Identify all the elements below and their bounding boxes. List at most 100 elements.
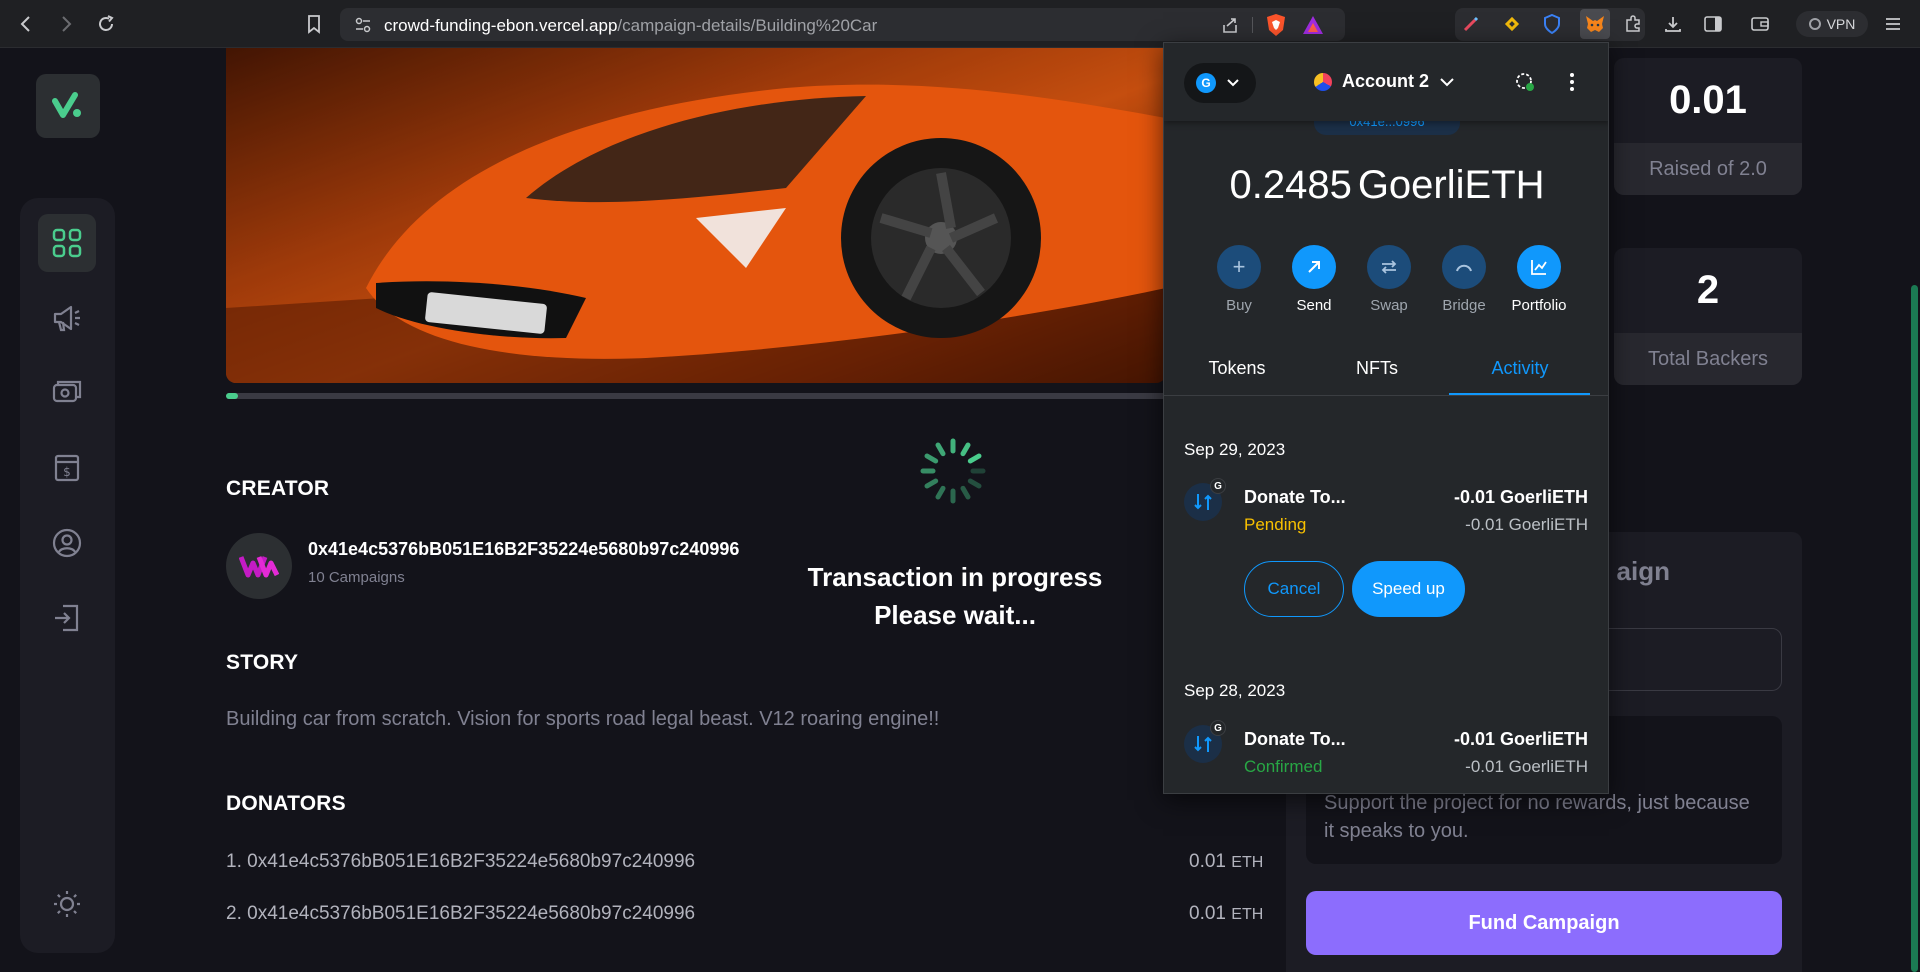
- sidebar-item-campaign[interactable]: [38, 289, 96, 347]
- loading-spinner-icon: [920, 438, 986, 504]
- bridge-button[interactable]: Bridge: [1429, 245, 1499, 314]
- shield-extension-icon[interactable]: [1541, 13, 1563, 35]
- speed-up-button[interactable]: Speed up: [1352, 561, 1465, 617]
- stat-raised-value: 0.01: [1669, 78, 1747, 122]
- send-label: Send: [1296, 297, 1332, 314]
- sun-icon: [54, 891, 80, 917]
- chart-line-icon: [1517, 245, 1561, 289]
- funding-progress-bar: [226, 393, 1166, 399]
- site-settings-icon[interactable]: [354, 16, 372, 39]
- menu-icon[interactable]: [1882, 13, 1904, 35]
- app-logo[interactable]: [36, 74, 100, 138]
- spinner-dash: [960, 485, 971, 500]
- network-selector[interactable]: G: [1184, 63, 1256, 103]
- donator-amount: 0.01 ETH: [1189, 851, 1263, 873]
- pencil-extension-icon[interactable]: [1460, 13, 1482, 35]
- sidebar-item-withdraw[interactable]: $: [38, 439, 96, 497]
- brave-rewards-icon[interactable]: [1302, 14, 1324, 41]
- profile-icon: [52, 528, 82, 558]
- story-heading: STORY: [226, 651, 299, 674]
- reload-icon[interactable]: [92, 10, 120, 38]
- payment-icon: [52, 380, 82, 403]
- address-bar[interactable]: crowd-funding-ebon.vercel.app/campaign-d…: [340, 8, 1345, 41]
- forward-icon[interactable]: [52, 10, 80, 38]
- spinner-dash: [960, 442, 971, 457]
- contract-interaction-icon: G: [1184, 478, 1226, 521]
- metamask-extension-icon[interactable]: [1580, 9, 1610, 39]
- buy-button[interactable]: + Buy: [1204, 245, 1274, 314]
- tab-activity[interactable]: Activity: [1447, 358, 1593, 379]
- activity-amount-secondary: -0.01 GoerliETH: [1465, 515, 1588, 534]
- back-icon[interactable]: [12, 10, 40, 38]
- donator-row: 2. 0x41e4c5376bB051E16B2F35224e5680b97c2…: [226, 903, 1263, 925]
- fund-campaign-button[interactable]: Fund Campaign: [1306, 891, 1782, 955]
- portfolio-label: Portfolio: [1511, 297, 1567, 314]
- tab-nfts[interactable]: NFTs: [1304, 358, 1450, 379]
- creator-logo-icon: [239, 556, 279, 578]
- download-icon[interactable]: [1662, 13, 1684, 35]
- swap-icon: [1367, 245, 1411, 289]
- plus-icon: +: [1217, 245, 1261, 289]
- spinner-dash: [967, 453, 982, 464]
- sidebar-item-payment[interactable]: [38, 364, 96, 422]
- activity-title: Donate To...: [1244, 729, 1346, 749]
- swap-button[interactable]: Swap: [1354, 245, 1424, 314]
- activity-amount: -0.01 GoerliETH: [1453, 487, 1588, 507]
- tab-tokens[interactable]: Tokens: [1164, 358, 1310, 379]
- activity-date: Sep 29, 2023: [1184, 440, 1286, 459]
- theme-toggle[interactable]: [38, 875, 96, 933]
- creator-heading: CREATOR: [226, 477, 330, 500]
- withdraw-icon: $: [54, 454, 80, 482]
- stat-backers-label: Total Backers: [1614, 333, 1802, 385]
- puzzle-extensions-icon[interactable]: [1622, 13, 1644, 35]
- swap-label: Swap: [1370, 297, 1408, 314]
- bridge-label: Bridge: [1442, 297, 1486, 314]
- activity-title: Donate To...: [1244, 487, 1346, 507]
- browser-toolbar: crowd-funding-ebon.vercel.app/campaign-d…: [0, 0, 1920, 48]
- network-avatar: G: [1196, 73, 1216, 93]
- sidebar-item-logout[interactable]: [38, 589, 96, 647]
- dashboard-icon: [52, 228, 82, 258]
- logo-icon: [52, 92, 81, 118]
- spinner-dash: [935, 442, 946, 457]
- sidebar-item-dashboard[interactable]: [38, 214, 96, 272]
- sidebar-toggle-icon[interactable]: [1702, 13, 1724, 35]
- portfolio-button[interactable]: Portfolio: [1504, 245, 1574, 314]
- chevron-down-icon: [1227, 79, 1239, 87]
- share-icon[interactable]: [1220, 15, 1240, 40]
- wallet-icon[interactable]: [1749, 13, 1771, 35]
- vpn-label: VPN: [1826, 16, 1856, 32]
- car-illustration: [226, 48, 1166, 383]
- network-badge: G: [1210, 720, 1226, 736]
- binance-extension-icon[interactable]: [1501, 13, 1523, 35]
- campaign-image: [226, 48, 1166, 383]
- network-badge: G: [1210, 478, 1226, 494]
- vpn-button[interactable]: VPN: [1796, 11, 1868, 37]
- page-scrollbar-thumb[interactable]: [1911, 285, 1918, 972]
- stat-raised: 0.01 Raised of 2.0: [1614, 58, 1802, 195]
- creator-avatar[interactable]: [226, 533, 292, 599]
- sidebar-item-profile[interactable]: [38, 514, 96, 572]
- donator-row: 1. 0x41e4c5376bB051E16B2F35224e5680b97c2…: [226, 851, 1263, 873]
- activity-amount-secondary: -0.01 GoerliETH: [1465, 757, 1588, 776]
- funding-progress-fill: [226, 393, 238, 399]
- bridge-icon: [1442, 245, 1486, 289]
- donator-address: 2. 0x41e4c5376bB051E16B2F35224e5680b97c2…: [226, 903, 696, 924]
- url-host: crowd-funding-ebon.vercel.app: [384, 16, 618, 35]
- balance-amount: 0.2485: [1229, 163, 1352, 207]
- donator-amount-unit: ETH: [1231, 854, 1264, 871]
- account-selector[interactable]: Account 2: [1314, 71, 1455, 92]
- buy-label: Buy: [1226, 297, 1252, 314]
- donator-address: 1. 0x41e4c5376bB051E16B2F35224e5680b97c2…: [226, 851, 696, 872]
- brave-shields-icon[interactable]: [1265, 13, 1287, 42]
- wallet-balance: 0.2485 GoerliETH: [1164, 163, 1608, 208]
- vpn-status-icon: [1808, 18, 1821, 30]
- kebab-menu-icon[interactable]: [1568, 71, 1576, 98]
- bookmark-icon[interactable]: [300, 10, 328, 38]
- connected-sites-icon[interactable]: [1514, 71, 1536, 98]
- cancel-transaction-button[interactable]: Cancel: [1244, 561, 1344, 617]
- activity-date: Sep 28, 2023: [1184, 681, 1286, 700]
- donator-amount-value: 0.01: [1189, 903, 1226, 924]
- send-button[interactable]: Send: [1279, 245, 1349, 314]
- arrow-up-right-icon: [1292, 245, 1336, 289]
